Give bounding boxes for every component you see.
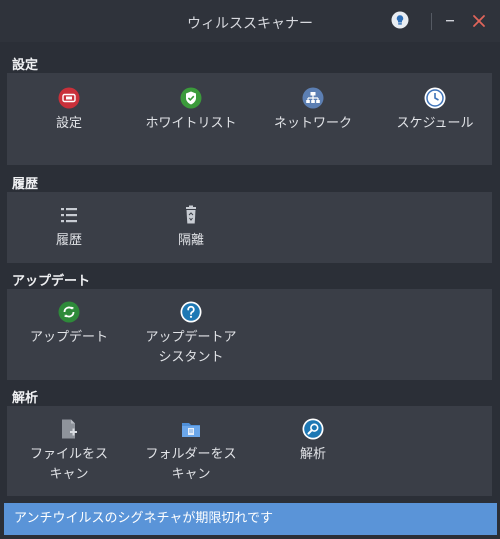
- whitelist-button[interactable]: ホワイトリスト: [129, 87, 253, 134]
- whitelist-label: ホワイトリスト: [145, 116, 237, 131]
- update-assistant-label-line2: シスタント: [158, 350, 224, 365]
- refresh-icon: [58, 301, 80, 323]
- network-icon: [302, 87, 324, 109]
- history-button[interactable]: 履歴: [7, 204, 131, 251]
- section-title-scan: 解析: [12, 391, 39, 406]
- quarantine-label: 隔離: [177, 233, 204, 248]
- section-title-settings: 設定: [12, 58, 39, 73]
- clock-icon: [424, 87, 446, 109]
- scan-folder-button[interactable]: フォルダーをス キャン: [129, 418, 253, 485]
- update-assistant-button[interactable]: アップデートア シスタント: [129, 301, 253, 368]
- scan-folder-label-line2: キャン: [171, 467, 211, 482]
- settings-panel: 設定 ホワイトリスト ネットワーク スケジュール: [7, 73, 492, 165]
- list-icon: [61, 208, 77, 223]
- scan-folder-label-line1: フォルダーをス: [145, 447, 237, 462]
- analysis-button[interactable]: 解析: [251, 418, 375, 465]
- network-label: ネットワーク: [273, 116, 352, 131]
- status-bar[interactable]: アンチウイルスのシグネチャが期限切れです: [4, 503, 497, 535]
- analysis-label: 解析: [299, 447, 326, 462]
- trash-icon: [186, 205, 196, 224]
- status-message: アンチウイルスのシグネチャが期限切れです: [14, 511, 273, 526]
- quarantine-button[interactable]: 隔離: [129, 204, 253, 251]
- section-title-history: 履歴: [12, 177, 39, 192]
- help-icon: [180, 301, 202, 323]
- scan-file-label-line1: ファイルをス: [29, 447, 108, 462]
- title-bar: ウィルススキャナー: [0, 0, 500, 42]
- titlebar-separator: [431, 13, 432, 30]
- folder-scan-icon: [182, 423, 200, 437]
- lightbulb-icon[interactable]: [391, 11, 409, 29]
- update-panel: アップデート アップデートア シスタント: [7, 289, 492, 380]
- schedule-button[interactable]: スケジュール: [373, 87, 497, 134]
- scan-file-button[interactable]: ファイルをス キャン: [7, 418, 131, 485]
- minimize-icon[interactable]: [444, 14, 456, 26]
- update-assistant-label-line1: アップデートア: [145, 330, 237, 345]
- scan-panel: ファイルをス キャン フォルダーをス キャン 解析: [7, 406, 492, 496]
- settings-icon: [58, 87, 80, 109]
- history-panel: 履歴 隔離: [7, 192, 492, 263]
- update-label: アップデート: [29, 330, 108, 345]
- magnifier-icon: [302, 418, 324, 440]
- scan-file-label-line2: キャン: [49, 467, 89, 482]
- file-scan-icon: [62, 419, 77, 439]
- network-button[interactable]: ネットワーク: [251, 87, 375, 134]
- window-title: ウィルススキャナー: [187, 16, 313, 32]
- schedule-label: スケジュール: [396, 116, 474, 131]
- section-title-update: アップデート: [12, 274, 91, 289]
- close-icon[interactable]: [472, 14, 486, 28]
- update-button[interactable]: アップデート: [7, 301, 131, 348]
- settings-button[interactable]: 設定: [7, 87, 131, 134]
- history-label: 履歴: [55, 233, 82, 248]
- settings-label: 設定: [55, 116, 82, 131]
- shield-check-icon: [180, 87, 202, 109]
